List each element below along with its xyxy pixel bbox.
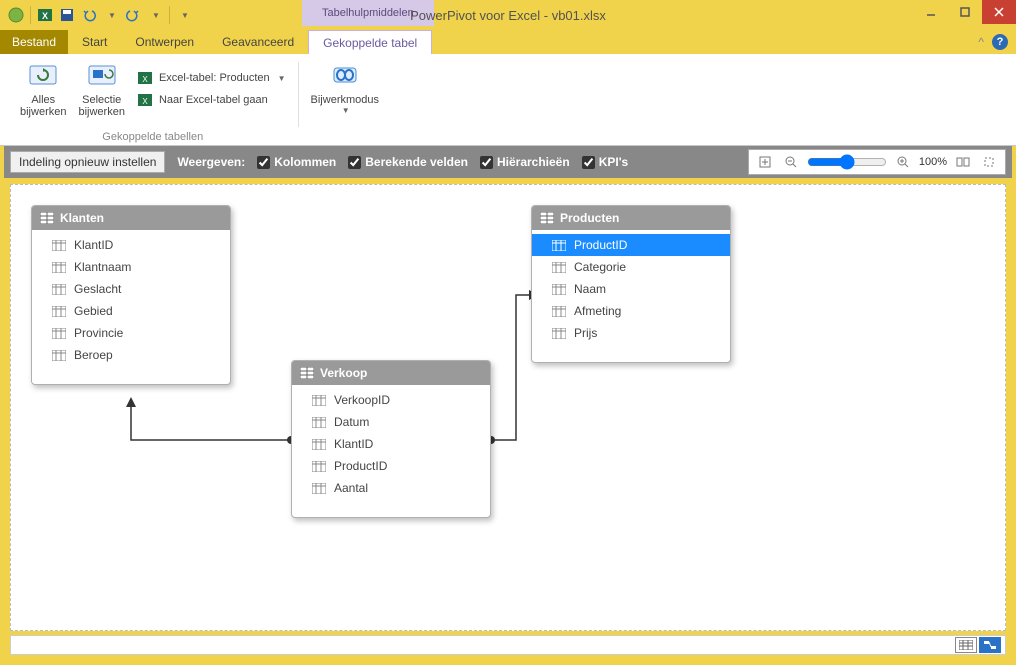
minimize-button[interactable] (914, 0, 948, 24)
goto-excel-icon: X (137, 92, 153, 108)
column-icon (552, 284, 566, 295)
field-producten-categorie[interactable]: Categorie (532, 256, 730, 278)
excel-icon[interactable]: X (35, 5, 55, 25)
close-button[interactable] (982, 0, 1016, 24)
checkbox-kpis[interactable]: KPI's (582, 155, 629, 169)
field-verkoop-aantal[interactable]: Aantal (292, 477, 490, 499)
app-icon[interactable] (6, 5, 26, 25)
selectie-bijwerken-button[interactable]: Selectie bijwerken (74, 58, 128, 120)
entity-body-klanten: KlantIDKlantnaamGeslachtGebiedProvincieB… (32, 230, 230, 384)
collapse-ribbon-icon[interactable]: ^ (978, 35, 984, 49)
field-klanten-beroep[interactable]: Beroep (32, 344, 230, 366)
zoom-in-icon[interactable] (893, 152, 913, 172)
column-icon (52, 328, 66, 339)
column-icon (552, 262, 566, 273)
qat-customize-icon[interactable]: ▼ (174, 5, 194, 25)
refresh-all-icon (27, 60, 59, 92)
column-icon (52, 240, 66, 251)
field-producten-naam[interactable]: Naam (532, 278, 730, 300)
zoom-actual-icon[interactable] (953, 152, 973, 172)
zoom-out-icon[interactable] (781, 152, 801, 172)
bijwerkmodus-button[interactable]: Bijwerkmodus ▼ (307, 58, 383, 117)
table-icon (300, 367, 314, 379)
field-verkoop-verkoopid[interactable]: VerkoopID (292, 389, 490, 411)
ribbon-group-label: Gekoppelde tabellen (8, 131, 298, 143)
field-producten-prijs[interactable]: Prijs (532, 322, 730, 344)
diagram-view-button[interactable] (979, 637, 1001, 653)
field-klanten-klantnaam[interactable]: Klantnaam (32, 256, 230, 278)
tab-gekoppelde-tabel[interactable]: Gekoppelde tabel (308, 30, 432, 54)
field-klanten-gebied[interactable]: Gebied (32, 300, 230, 322)
refresh-selection-icon (86, 60, 118, 92)
help-icon[interactable]: ? (992, 34, 1008, 50)
field-klanten-provincie[interactable]: Provincie (32, 322, 230, 344)
naar-excel-tabel-button[interactable]: X Naar Excel-tabel gaan (133, 90, 290, 110)
redo-dropdown-icon[interactable]: ▼ (145, 5, 165, 25)
window-title: PowerPivot voor Excel - vb01.xlsx (410, 8, 606, 23)
svg-text:X: X (142, 97, 148, 106)
entity-header-verkoop[interactable]: Verkoop (292, 361, 490, 385)
svg-text:X: X (42, 11, 48, 21)
entity-body-verkoop: VerkoopIDDatumKlantIDProductIDAantal (292, 385, 490, 517)
field-klanten-klantid[interactable]: KlantID (32, 234, 230, 256)
field-verkoop-datum[interactable]: Datum (292, 411, 490, 433)
table-icon (540, 212, 554, 224)
entity-header-klanten[interactable]: Klanten (32, 206, 230, 230)
weergeven-label: Weergeven: (177, 155, 245, 169)
column-icon (312, 417, 326, 428)
drag-zoom-icon[interactable] (979, 152, 999, 172)
entity-body-producten: ProductIDCategorieNaamAfmetingPrijs (532, 230, 730, 362)
checkbox-kolommen[interactable]: Kolommen (257, 155, 336, 169)
update-mode-icon (329, 60, 361, 92)
column-icon (312, 439, 326, 450)
svg-text:X: X (142, 75, 148, 84)
column-icon (52, 284, 66, 295)
column-icon (312, 395, 326, 406)
undo-dropdown-icon[interactable]: ▼ (101, 5, 121, 25)
field-producten-productid[interactable]: ProductID (532, 234, 730, 256)
column-icon (312, 483, 326, 494)
field-verkoop-klantid[interactable]: KlantID (292, 433, 490, 455)
save-icon[interactable] (57, 5, 77, 25)
fit-to-screen-icon[interactable] (755, 152, 775, 172)
zoom-slider[interactable] (807, 154, 887, 170)
file-tab[interactable]: Bestand (0, 30, 68, 54)
excel-tabel-dropdown[interactable]: X Excel-tabel: Producten ▼ (133, 68, 290, 88)
column-icon (552, 240, 566, 251)
diagram-canvas[interactable]: Klanten KlantIDKlantnaamGeslachtGebiedPr… (10, 184, 1006, 631)
entity-producten[interactable]: Producten ProductIDCategorieNaamAfmeting… (531, 205, 731, 363)
tab-geavanceerd[interactable]: Geavanceerd (208, 30, 308, 54)
redo-icon[interactable] (123, 5, 143, 25)
field-klanten-geslacht[interactable]: Geslacht (32, 278, 230, 300)
table-icon (40, 212, 54, 224)
tab-start[interactable]: Start (68, 30, 121, 54)
entity-header-producten[interactable]: Producten (532, 206, 730, 230)
column-icon (552, 306, 566, 317)
data-view-button[interactable] (955, 637, 977, 653)
undo-icon[interactable] (79, 5, 99, 25)
column-icon (52, 350, 66, 361)
field-verkoop-productid[interactable]: ProductID (292, 455, 490, 477)
column-icon (552, 328, 566, 339)
reset-layout-button[interactable]: Indeling opnieuw instellen (10, 151, 165, 173)
tab-ontwerpen[interactable]: Ontwerpen (121, 30, 208, 54)
entity-klanten[interactable]: Klanten KlantIDKlantnaamGeslachtGebiedPr… (31, 205, 231, 385)
column-icon (52, 306, 66, 317)
zoom-value: 100% (919, 156, 947, 168)
excel-table-icon: X (137, 70, 153, 86)
column-icon (312, 461, 326, 472)
checkbox-hierarchieen[interactable]: Hiërarchieën (480, 155, 570, 169)
checkbox-berekende-velden[interactable]: Berekende velden (348, 155, 468, 169)
entity-verkoop[interactable]: Verkoop VerkoopIDDatumKlantIDProductIDAa… (291, 360, 491, 518)
field-producten-afmeting[interactable]: Afmeting (532, 300, 730, 322)
alles-bijwerken-button[interactable]: Alles bijwerken (16, 58, 70, 120)
column-icon (52, 262, 66, 273)
maximize-button[interactable] (948, 0, 982, 24)
